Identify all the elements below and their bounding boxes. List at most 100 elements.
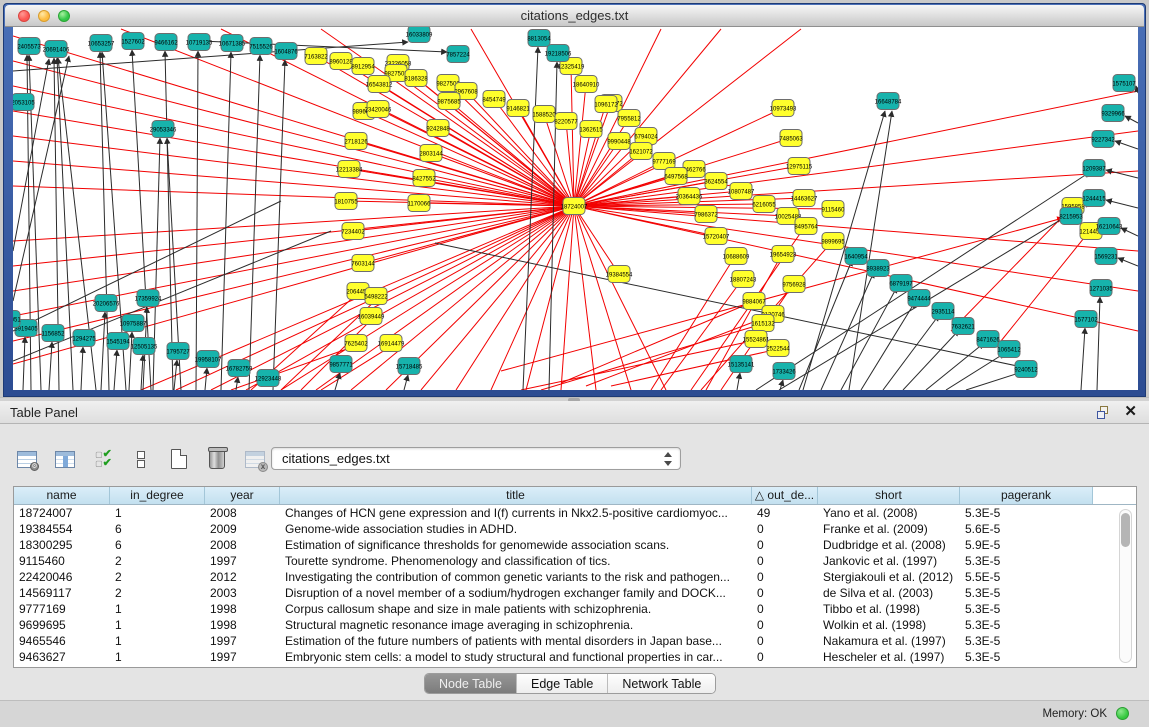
graph-node[interactable]: 8960128 <box>329 53 353 70</box>
graph-node[interactable]: 1621072 <box>629 143 653 160</box>
graph-node[interactable]: 1810755 <box>334 193 358 210</box>
graph-node[interactable]: 9466162 <box>154 34 178 51</box>
graph-node[interactable]: 9875685 <box>437 93 461 110</box>
graph-node[interactable]: 9777169 <box>652 153 676 170</box>
graph-node[interactable]: 7603144 <box>351 255 375 272</box>
graph-node[interactable]: 12505135 <box>131 338 158 355</box>
table-row[interactable]: 977716911998Corpus callosum shape and si… <box>14 601 1136 617</box>
graph-node[interactable]: 2803144 <box>419 145 443 162</box>
graph-node[interactable]: 9756928 <box>782 276 806 293</box>
graph-node[interactable]: 1065412 <box>997 341 1021 358</box>
table-row[interactable]: 1872400712008Changes of HCN gene express… <box>14 505 1136 521</box>
graph-node[interactable]: 3624554 <box>704 173 728 190</box>
graph-node[interactable]: 8938923 <box>866 260 890 277</box>
graph-node[interactable]: 16033809 <box>406 27 433 43</box>
network-graph-canvas[interactable]: 7163822896012889129542322605898275051654… <box>13 27 1138 390</box>
graph-node[interactable]: 6216055 <box>752 196 776 213</box>
delete-table-button[interactable] <box>204 446 230 472</box>
graph-node[interactable]: 1640954 <box>844 248 868 265</box>
network-window-titlebar[interactable]: citations_edges.txt <box>5 5 1144 27</box>
graph-node[interactable]: 9240512 <box>1014 361 1038 378</box>
column-header-in_degree[interactable]: in_degree <box>110 487 205 504</box>
graph-node[interactable]: 1795727 <box>166 343 190 360</box>
graph-node[interactable]: 3505051 <box>13 311 21 328</box>
graph-node[interactable]: 8912954 <box>351 58 375 75</box>
graph-node[interactable]: 1096172 <box>594 96 618 113</box>
graph-node[interactable]: 7515526 <box>249 38 273 55</box>
graph-node[interactable]: 9242848 <box>426 120 450 137</box>
graph-node[interactable]: 8427552 <box>412 170 436 187</box>
graph-node[interactable]: 8215953 <box>1059 208 1083 225</box>
import-table-button[interactable]: x <box>242 446 268 472</box>
graph-node[interactable]: 10973493 <box>770 100 797 117</box>
graph-node[interactable]: 18724007 <box>561 198 588 215</box>
graph-node[interactable]: 6879197 <box>889 275 913 292</box>
graph-node[interactable]: 8813054 <box>527 30 551 47</box>
graph-node[interactable]: 19384554 <box>606 266 633 283</box>
graph-node[interactable]: 2935114 <box>932 303 956 320</box>
graph-node[interactable]: 9899695 <box>821 233 845 250</box>
table-row[interactable]: 969969511998Structural magnetic resonanc… <box>14 617 1136 633</box>
graph-node[interactable]: 9857771 <box>329 356 353 373</box>
graph-node[interactable]: 1156852 <box>42 325 66 342</box>
graph-node[interactable]: 1588520 <box>532 106 556 123</box>
graph-node[interactable]: 7632621 <box>951 318 975 335</box>
graph-node[interactable]: 10688609 <box>723 248 750 265</box>
graph-node[interactable]: 10719135 <box>186 34 213 51</box>
tab-node-table[interactable]: Node Table <box>425 674 517 693</box>
vertical-scrollbar[interactable] <box>1119 509 1132 663</box>
graph-node[interactable]: 1604876 <box>274 43 298 60</box>
graph-node[interactable]: 10671385 <box>219 35 246 52</box>
graph-node[interactable]: 1569231 <box>1094 248 1118 265</box>
graph-node[interactable]: 16543812 <box>366 76 393 93</box>
graph-node[interactable]: 16648784 <box>875 93 902 110</box>
graph-node[interactable]: 2405573 <box>17 38 41 55</box>
graph-node[interactable]: 16039449 <box>358 308 385 325</box>
graph-node[interactable]: 9146821 <box>506 100 530 117</box>
graph-node[interactable]: 12975115 <box>786 158 813 175</box>
graph-node[interactable]: 9115460 <box>822 201 846 218</box>
create-table-button[interactable] <box>166 446 192 472</box>
graph-node[interactable]: 7234402 <box>341 223 365 240</box>
graph-node[interactable]: 18807243 <box>730 271 757 288</box>
graph-node[interactable]: 12213384 <box>336 161 363 178</box>
graph-node[interactable]: 8454749 <box>482 91 506 108</box>
graph-node[interactable]: 7485063 <box>779 130 803 147</box>
graph-node[interactable]: 12923448 <box>255 370 282 387</box>
graph-node[interactable]: 1577102 <box>1074 311 1098 328</box>
float-panel-icon[interactable] <box>1097 406 1111 419</box>
graph-node[interactable]: 7955812 <box>617 110 641 127</box>
graph-node[interactable]: 10807487 <box>728 183 755 200</box>
column-header-short[interactable]: short <box>818 487 960 504</box>
graph-node[interactable]: 6794024 <box>634 128 658 145</box>
graph-node[interactable]: 29053346 <box>150 121 177 138</box>
table-row[interactable]: 911546021997Tourette syndrome. Phenomeno… <box>14 553 1136 569</box>
table-row[interactable]: 1456911722003Disruption of a novel membe… <box>14 585 1136 601</box>
graph-node[interactable]: 8220577 <box>554 113 578 130</box>
graph-node[interactable]: 15720407 <box>703 228 730 245</box>
graph-node[interactable]: 2053105 <box>13 94 35 111</box>
tab-network-table[interactable]: Network Table <box>608 674 715 693</box>
graph-node[interactable]: 18640910 <box>573 76 600 93</box>
graph-node[interactable]: 15718485 <box>396 358 423 375</box>
graph-node[interactable]: 15135141 <box>728 356 755 373</box>
graph-node[interactable]: 2718126 <box>344 133 368 150</box>
close-panel-icon[interactable]: ✕ <box>1124 404 1137 420</box>
graph-node[interactable]: 5498222 <box>364 288 388 305</box>
graph-node[interactable]: 17359924 <box>135 290 162 307</box>
table-row[interactable]: 2242004622012Investigating the contribut… <box>14 569 1136 585</box>
graph-node[interactable]: 20364436 <box>676 188 703 205</box>
graph-node[interactable]: 1244415 <box>1082 190 1106 207</box>
graph-node[interactable]: 1545194 <box>106 333 130 350</box>
graph-node[interactable]: 1271035 <box>1089 280 1113 297</box>
column-header-out_de[interactable]: △ out_de... <box>752 487 818 504</box>
graph-node[interactable]: 7857224 <box>446 46 470 63</box>
graph-node[interactable]: 16914479 <box>378 335 405 352</box>
show-columns-button[interactable] <box>52 446 78 472</box>
graph-node[interactable]: 23420046 <box>365 101 392 118</box>
graph-node[interactable]: 15524861 <box>743 331 770 348</box>
graph-node[interactable]: 9329966 <box>1101 105 1125 122</box>
graph-node[interactable]: 1527602 <box>121 33 145 50</box>
graph-node[interactable]: 7986372 <box>694 206 718 223</box>
tab-edge-table[interactable]: Edge Table <box>517 674 608 693</box>
